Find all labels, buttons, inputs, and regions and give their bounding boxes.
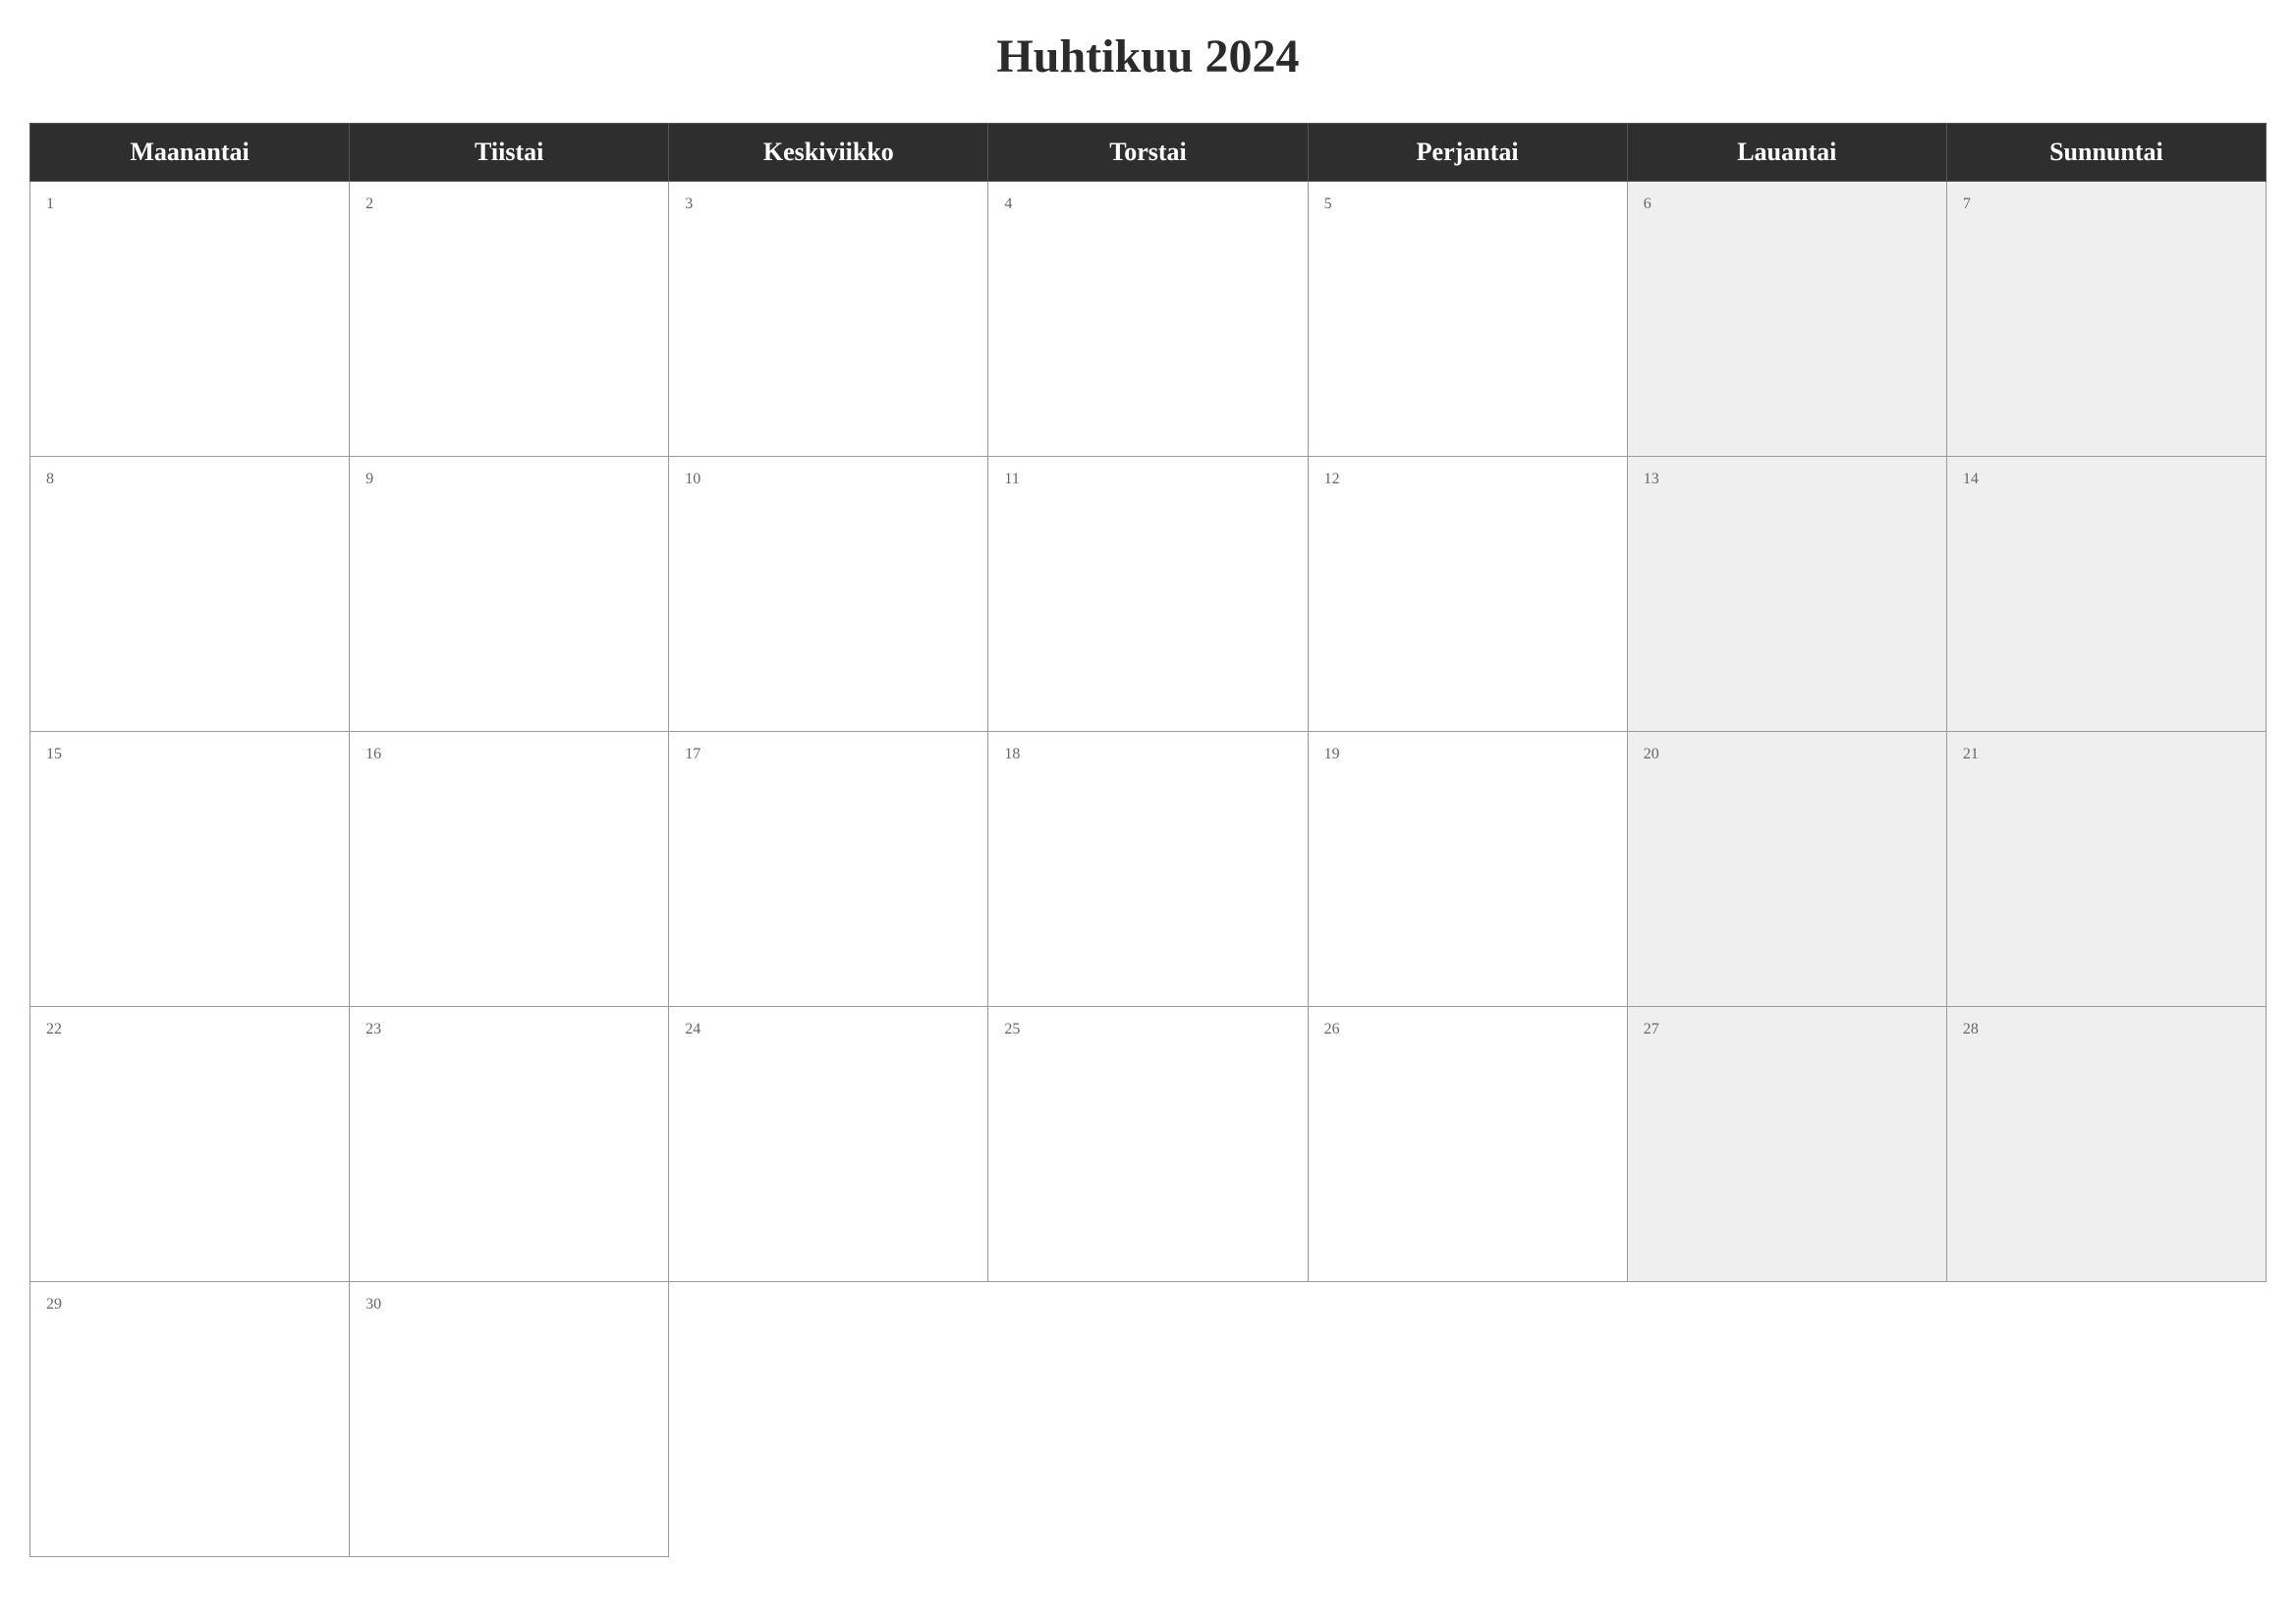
day-number: 27 [1644, 1021, 1659, 1037]
calendar-day-cell: 3 [669, 182, 988, 457]
calendar-container: Huhtikuu 2024 Maanantai Tiistai Keskivii… [29, 29, 2267, 1557]
calendar-header: Maanantai Tiistai Keskiviikko Torstai Pe… [30, 124, 2267, 182]
calendar-day-cell: 2 [350, 182, 669, 457]
calendar-day-cell: 17 [669, 732, 988, 1007]
calendar-table: Maanantai Tiistai Keskiviikko Torstai Pe… [29, 123, 2267, 1557]
calendar-day-cell [1946, 1282, 2266, 1557]
weekday-header: Sunnuntai [1946, 124, 2266, 182]
calendar-day-cell: 13 [1627, 457, 1946, 732]
calendar-day-cell: 7 [1946, 182, 2266, 457]
calendar-day-cell: 20 [1627, 732, 1946, 1007]
day-number: 16 [365, 746, 381, 762]
day-number: 13 [1644, 471, 1659, 487]
day-number: 22 [46, 1021, 62, 1037]
day-number: 21 [1963, 746, 1979, 762]
calendar-day-cell [669, 1282, 988, 1557]
calendar-day-cell: 19 [1308, 732, 1627, 1007]
calendar-day-cell: 12 [1308, 457, 1627, 732]
day-number: 24 [685, 1021, 700, 1037]
day-number: 19 [1324, 746, 1340, 762]
day-number: 9 [365, 471, 373, 487]
calendar-day-cell: 28 [1946, 1007, 2266, 1282]
calendar-day-cell: 25 [988, 1007, 1308, 1282]
day-number: 4 [1004, 196, 1012, 212]
calendar-day-cell: 1 [30, 182, 350, 457]
day-number: 18 [1004, 746, 1020, 762]
calendar-day-cell: 4 [988, 182, 1308, 457]
calendar-day-cell: 15 [30, 732, 350, 1007]
day-number: 17 [685, 746, 700, 762]
weekday-header: Torstai [988, 124, 1308, 182]
calendar-day-cell: 29 [30, 1282, 350, 1557]
weekday-row: Maanantai Tiistai Keskiviikko Torstai Pe… [30, 124, 2267, 182]
day-number: 8 [46, 471, 54, 487]
day-number: 23 [365, 1021, 381, 1037]
day-number: 30 [365, 1296, 381, 1313]
day-number: 29 [46, 1296, 62, 1313]
day-number: 6 [1644, 196, 1652, 212]
day-number: 10 [685, 471, 700, 487]
day-number: 26 [1324, 1021, 1340, 1037]
calendar-day-cell: 26 [1308, 1007, 1627, 1282]
calendar-day-cell: 16 [350, 732, 669, 1007]
weekday-header: Keskiviikko [669, 124, 988, 182]
day-number: 15 [46, 746, 62, 762]
day-number: 25 [1004, 1021, 1020, 1037]
day-number: 12 [1324, 471, 1340, 487]
calendar-week-row: 15 16 17 18 19 20 21 [30, 732, 2267, 1007]
calendar-week-row: 1 2 3 4 5 6 7 [30, 182, 2267, 457]
calendar-week-row: 8 9 10 11 12 13 14 [30, 457, 2267, 732]
day-number: 5 [1324, 196, 1332, 212]
calendar-body: 1234567891011121314151617181920212223242… [30, 182, 2267, 1557]
day-number: 14 [1963, 471, 1979, 487]
weekday-header: Tiistai [350, 124, 669, 182]
day-number: 3 [685, 196, 693, 212]
calendar-day-cell: 30 [350, 1282, 669, 1557]
calendar-day-cell: 18 [988, 732, 1308, 1007]
calendar-day-cell [1308, 1282, 1627, 1557]
calendar-day-cell: 11 [988, 457, 1308, 732]
day-number: 28 [1963, 1021, 1979, 1037]
calendar-day-cell [1627, 1282, 1946, 1557]
calendar-day-cell: 22 [30, 1007, 350, 1282]
weekday-header: Lauantai [1627, 124, 1946, 182]
calendar-title: Huhtikuu 2024 [29, 29, 2267, 84]
calendar-week-row: 22 23 24 25 26 27 28 [30, 1007, 2267, 1282]
day-number: 20 [1644, 746, 1659, 762]
day-number: 7 [1963, 196, 1971, 212]
calendar-day-cell: 21 [1946, 732, 2266, 1007]
day-number: 11 [1004, 471, 1019, 487]
day-number: 2 [365, 196, 373, 212]
calendar-day-cell: 6 [1627, 182, 1946, 457]
day-number: 1 [46, 196, 54, 212]
calendar-day-cell [988, 1282, 1308, 1557]
weekday-header: Perjantai [1308, 124, 1627, 182]
calendar-day-cell: 14 [1946, 457, 2266, 732]
calendar-day-cell: 8 [30, 457, 350, 732]
calendar-day-cell: 27 [1627, 1007, 1946, 1282]
weekday-header: Maanantai [30, 124, 350, 182]
calendar-day-cell: 5 [1308, 182, 1627, 457]
calendar-day-cell: 23 [350, 1007, 669, 1282]
calendar-day-cell: 10 [669, 457, 988, 732]
calendar-day-cell: 24 [669, 1007, 988, 1282]
calendar-day-cell: 9 [350, 457, 669, 732]
calendar-week-row: 29 30 [30, 1282, 2267, 1557]
